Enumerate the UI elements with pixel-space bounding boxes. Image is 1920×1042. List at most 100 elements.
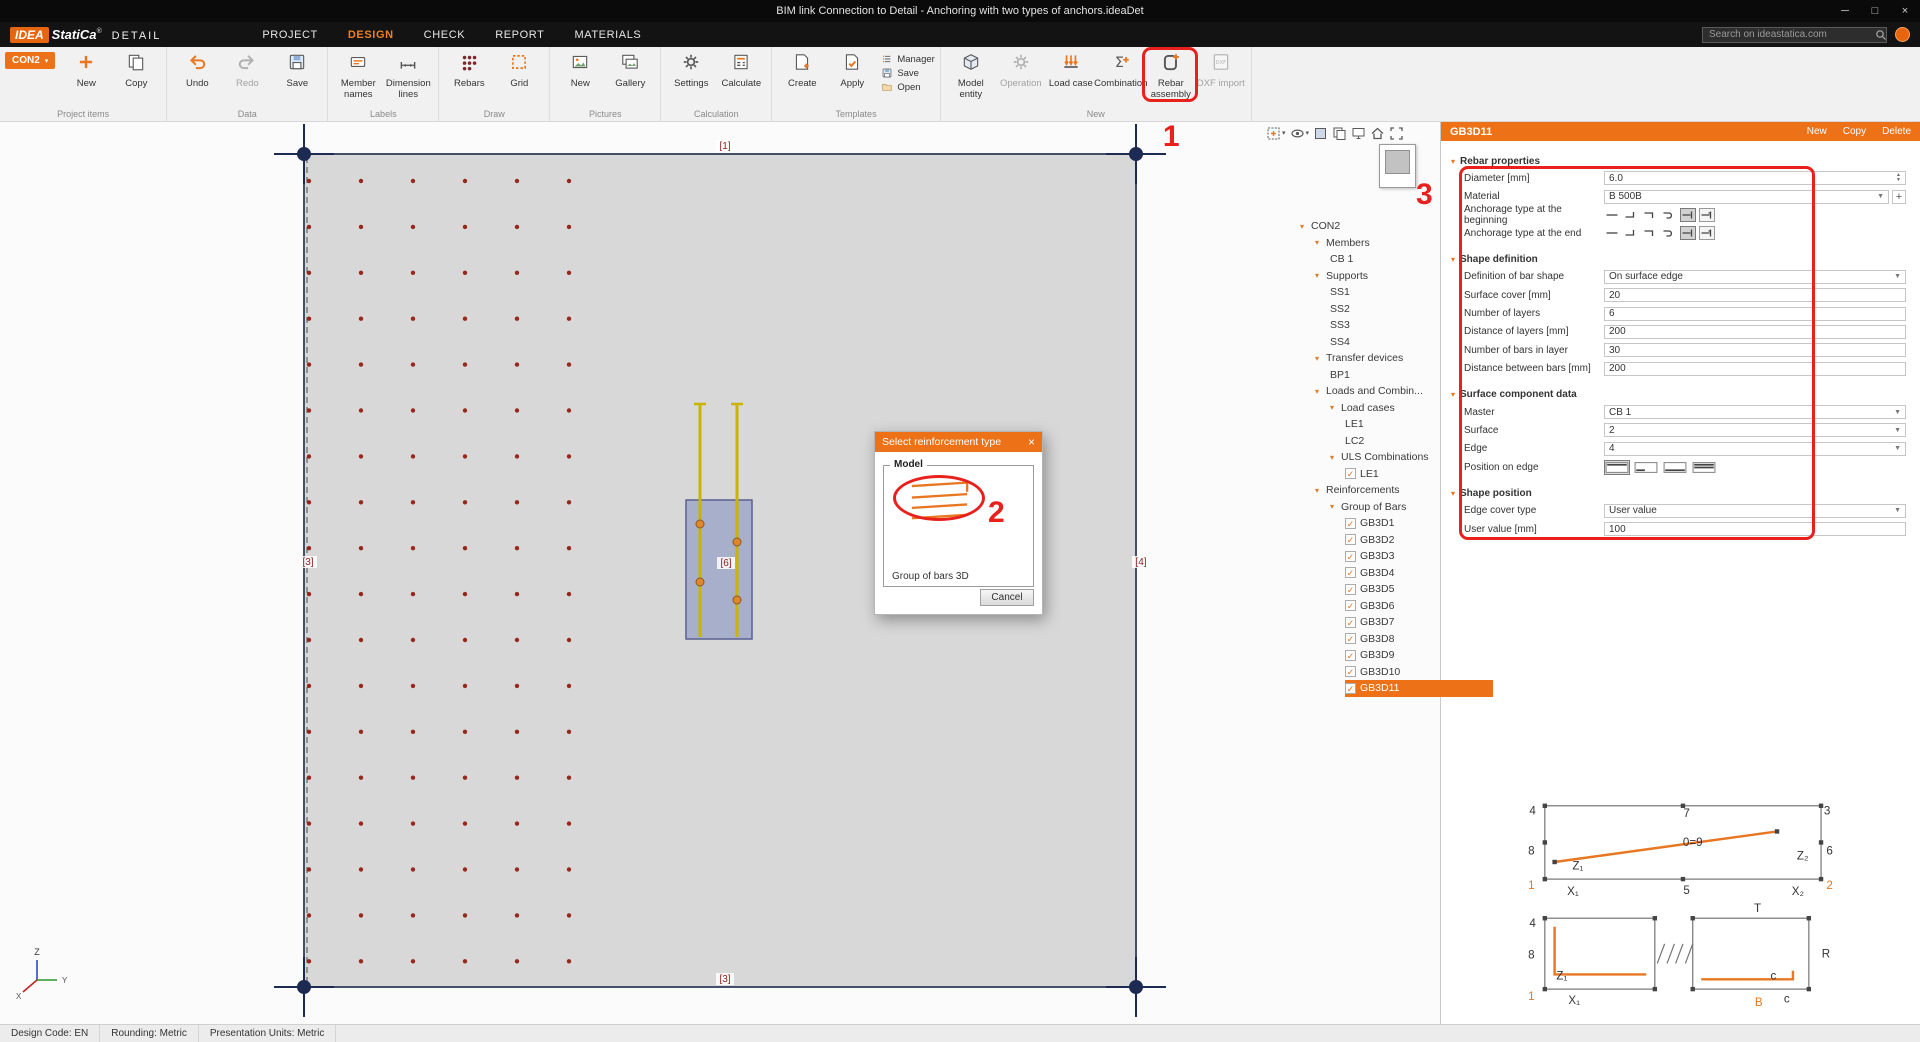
- ribbon-item-create[interactable]: Create: [777, 49, 827, 90]
- tree-item-gb3d2[interactable]: ✓GB3D2: [1345, 532, 1440, 549]
- tree-item-group-of-bars[interactable]: ▾Group of Bars: [1330, 499, 1440, 516]
- close-button[interactable]: ×: [1890, 0, 1920, 22]
- number-of-bars-in-layer-input[interactable]: 30: [1604, 343, 1906, 357]
- fit-view-icon[interactable]: [1389, 126, 1404, 141]
- checkbox[interactable]: ✓: [1345, 666, 1356, 677]
- anchorage-option-6-icon[interactable]: [1699, 208, 1715, 222]
- zoom-region-icon[interactable]: ▾: [1266, 126, 1286, 141]
- position-option-3-icon[interactable]: [1662, 460, 1688, 475]
- anchorage-option-2-icon[interactable]: [1623, 208, 1639, 222]
- ribbon-item-save[interactable]: Save: [272, 49, 322, 90]
- checkbox[interactable]: ✓: [1345, 567, 1356, 578]
- anchorage-option-6-icon[interactable]: [1699, 226, 1715, 240]
- tree-item-reinforcements[interactable]: ▾Reinforcements: [1315, 482, 1440, 499]
- spinner-icons[interactable]: ▲▼: [1896, 173, 1901, 183]
- tree-item-load-cases[interactable]: ▾Load cases: [1330, 400, 1440, 417]
- tree-item-lc2[interactable]: LC2: [1345, 433, 1440, 450]
- tree-item-gb3d11[interactable]: ✓GB3D11: [1345, 680, 1493, 697]
- model-canvas[interactable]: [1][3][4][3][6]ZYX: [0, 122, 1440, 1024]
- new-button[interactable]: New: [1807, 126, 1827, 137]
- tree-item-gb3d5[interactable]: ✓GB3D5: [1345, 581, 1440, 598]
- ribbon-item-undo[interactable]: Undo: [172, 49, 222, 90]
- checkbox[interactable]: ✓: [1345, 633, 1356, 644]
- tree-item-ss2[interactable]: SS2: [1330, 301, 1440, 318]
- dialog-close-icon[interactable]: ×: [1028, 436, 1035, 448]
- tab-design[interactable]: DESIGN: [333, 22, 409, 47]
- tree-item-uls-combinations[interactable]: ▾ULS Combinations: [1330, 449, 1440, 466]
- edge-cover-type-dropdown[interactable]: User value▼: [1604, 504, 1906, 518]
- anchorage-option-3-icon[interactable]: [1642, 208, 1658, 222]
- ribbon-item-operation[interactable]: Operation: [996, 49, 1046, 90]
- position-option-4-icon[interactable]: [1691, 460, 1717, 475]
- view-screen-icon[interactable]: [1351, 126, 1366, 141]
- position-option-1-icon[interactable]: [1604, 460, 1630, 475]
- surface-cover-mm-input[interactable]: 20: [1604, 288, 1906, 302]
- tree-item-le1[interactable]: ✓LE1: [1345, 466, 1440, 483]
- expander-icon[interactable]: ▾: [1315, 486, 1326, 495]
- tree-item-gb3d10[interactable]: ✓GB3D10: [1345, 664, 1440, 681]
- tree-item-transfer-devices[interactable]: ▾Transfer devices: [1315, 350, 1440, 367]
- master-dropdown[interactable]: CB 1▼: [1604, 405, 1906, 419]
- group-of-bars-3d-icon[interactable]: [898, 478, 988, 524]
- distance-of-layers-mm-input[interactable]: 200: [1604, 325, 1906, 339]
- view-solid-icon[interactable]: [1313, 126, 1328, 141]
- account-button[interactable]: [1895, 27, 1910, 42]
- tree-item-ss3[interactable]: SS3: [1330, 317, 1440, 334]
- tab-project[interactable]: PROJECT: [247, 22, 333, 47]
- tree-item-cb-1[interactable]: CB 1: [1330, 251, 1440, 268]
- display-options-icon[interactable]: ▾: [1290, 126, 1310, 141]
- ribbon-item-calculate[interactable]: Calculate: [716, 49, 766, 90]
- distance-between-bars-mm-input[interactable]: 200: [1604, 362, 1906, 376]
- material-dropdown[interactable]: B 500B▼: [1604, 190, 1889, 204]
- edge-dropdown[interactable]: 4▼: [1604, 442, 1906, 456]
- ribbon-item-redo[interactable]: Redo: [222, 49, 272, 90]
- checkbox[interactable]: ✓: [1345, 518, 1356, 529]
- expander-icon[interactable]: ▾: [1300, 222, 1311, 231]
- maximize-button[interactable]: □: [1860, 0, 1890, 22]
- tree-item-gb3d6[interactable]: ✓GB3D6: [1345, 598, 1440, 615]
- checkbox[interactable]: ✓: [1345, 534, 1356, 545]
- tree-item-ss1[interactable]: SS1: [1330, 284, 1440, 301]
- search-input[interactable]: [1702, 27, 1887, 43]
- ribbon-item-rebars[interactable]: Rebars: [444, 49, 494, 90]
- anchorage-option-4-icon[interactable]: [1661, 208, 1677, 222]
- tree-item-members[interactable]: ▾Members: [1315, 235, 1440, 252]
- ribbon-item-manager[interactable]: Manager: [881, 53, 935, 65]
- tree-item-gb3d1[interactable]: ✓GB3D1: [1345, 515, 1440, 532]
- diameter-mm-stepper[interactable]: 6.0▲▼: [1604, 171, 1906, 185]
- ribbon-item-open[interactable]: Open: [881, 81, 935, 93]
- number-of-layers-input[interactable]: 6: [1604, 307, 1906, 321]
- expander-icon[interactable]: ▾: [1315, 238, 1326, 247]
- add-material-button[interactable]: +: [1892, 190, 1906, 204]
- surface-dropdown[interactable]: 2▼: [1604, 423, 1906, 437]
- tab-check[interactable]: CHECK: [409, 22, 481, 47]
- tree-item-gb3d8[interactable]: ✓GB3D8: [1345, 631, 1440, 648]
- tree-item-ss4[interactable]: SS4: [1330, 334, 1440, 351]
- tree-item-con2[interactable]: ▾CON2: [1300, 218, 1440, 235]
- view-pages-icon[interactable]: [1332, 126, 1347, 141]
- anchorage-option-3-icon[interactable]: [1642, 226, 1658, 240]
- tab-materials[interactable]: MATERIALS: [559, 22, 656, 47]
- ribbon-item-new[interactable]: New: [61, 49, 111, 90]
- ribbon-item-gallery[interactable]: Gallery: [605, 49, 655, 90]
- anchorage-option-1-icon[interactable]: [1604, 226, 1620, 240]
- ribbon-item-rebar-assembly[interactable]: Rebar assembly: [1146, 49, 1196, 100]
- definition-of-bar-shape-dropdown[interactable]: On surface edge▼: [1604, 270, 1906, 284]
- checkbox[interactable]: ✓: [1345, 683, 1356, 694]
- expander-icon[interactable]: ▾: [1330, 502, 1341, 511]
- expander-icon[interactable]: ▾: [1330, 453, 1341, 462]
- ribbon-item-dimension-lines[interactable]: Dimension lines: [383, 49, 433, 100]
- ribbon-combo-con2[interactable]: CON2▾: [5, 52, 55, 69]
- tree-item-gb3d3[interactable]: ✓GB3D3: [1345, 548, 1440, 565]
- expander-icon[interactable]: ▾: [1315, 271, 1326, 280]
- tree-item-gb3d4[interactable]: ✓GB3D4: [1345, 565, 1440, 582]
- anchorage-option-5-icon[interactable]: [1680, 208, 1696, 222]
- ribbon-item-settings[interactable]: Settings: [666, 49, 716, 90]
- home-view-icon[interactable]: [1370, 126, 1385, 141]
- checkbox[interactable]: ✓: [1345, 650, 1356, 661]
- anchorage-option-2-icon[interactable]: [1623, 226, 1639, 240]
- checkbox[interactable]: ✓: [1345, 551, 1356, 562]
- tree-item-le1[interactable]: LE1: [1345, 416, 1440, 433]
- ribbon-item-member-names[interactable]: Member names: [333, 49, 383, 100]
- section-rebar-properties[interactable]: ▾Rebar properties: [1451, 153, 1906, 169]
